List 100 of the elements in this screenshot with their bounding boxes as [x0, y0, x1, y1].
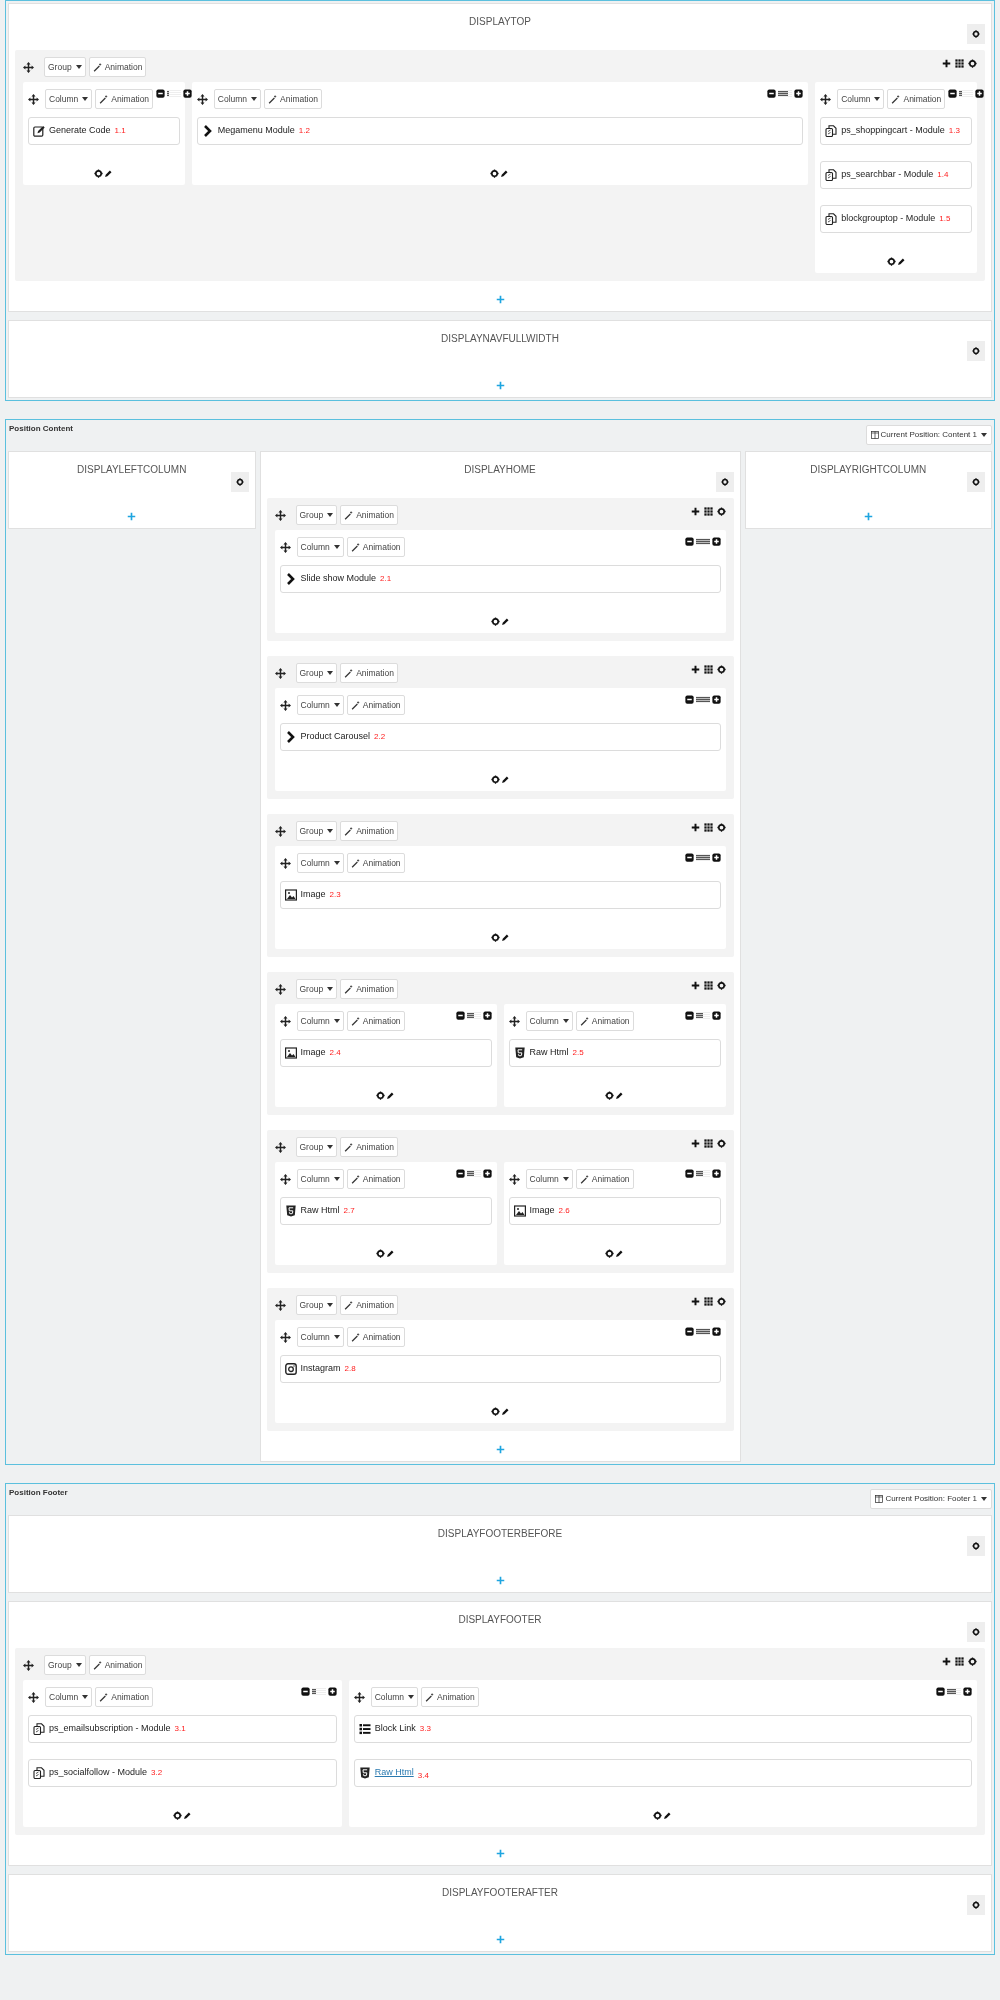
settings-icon[interactable] — [968, 59, 977, 68]
pencil-icon[interactable] — [500, 169, 510, 178]
settings-icon[interactable] — [716, 823, 726, 832]
animation-button[interactable]: Animation — [88, 1655, 147, 1675]
pencil-icon[interactable] — [500, 617, 510, 626]
module-card[interactable]: Megamenu Module 1.2 — [196, 117, 804, 145]
add-icon[interactable] — [495, 1576, 505, 1585]
module-card[interactable]: Raw Html 2.7 — [279, 1197, 492, 1225]
plus-icon[interactable] — [942, 59, 951, 68]
add-icon[interactable] — [127, 512, 137, 521]
animation-button[interactable]: Animation — [340, 1137, 398, 1157]
minus-icon[interactable] — [684, 1011, 694, 1020]
pencil-icon[interactable] — [104, 169, 114, 178]
group-button[interactable]: Group — [44, 57, 86, 77]
settings-icon[interactable] — [490, 1407, 500, 1416]
module-card[interactable]: Raw Html 3.4 — [353, 1759, 972, 1787]
column-button[interactable]: Column — [525, 1169, 573, 1189]
minus-icon[interactable] — [455, 1011, 465, 1020]
move-icon[interactable] — [279, 1174, 291, 1185]
module-card[interactable]: Image 2.3 — [279, 881, 721, 909]
animation-button[interactable]: Animation — [575, 1011, 634, 1031]
animation-button[interactable]: Animation — [346, 1169, 405, 1189]
grid-icon[interactable] — [955, 1657, 964, 1666]
animation-button[interactable]: Animation — [340, 505, 398, 525]
add-icon[interactable] — [495, 1935, 505, 1944]
module-card[interactable]: ps_shoppingcart - Module 1.3 — [820, 117, 972, 145]
column-button[interactable]: Column — [296, 537, 344, 557]
grid-icon[interactable] — [703, 1139, 713, 1148]
add-icon[interactable] — [495, 1849, 505, 1858]
module-card[interactable]: Image 2.6 — [508, 1197, 721, 1225]
settings-icon[interactable] — [490, 933, 500, 942]
add-icon[interactable] — [495, 295, 505, 304]
plus-icon[interactable] — [482, 1169, 492, 1178]
settings-icon[interactable] — [653, 1811, 663, 1820]
plus-icon[interactable] — [690, 1297, 700, 1306]
plus-icon[interactable] — [690, 981, 700, 990]
move-icon[interactable] — [279, 542, 291, 553]
plus-icon[interactable] — [327, 1687, 337, 1696]
position-dropdown[interactable]: Current Position: Content 1 — [865, 425, 992, 445]
animation-button[interactable]: Animation — [340, 663, 398, 683]
settings-icon[interactable] — [968, 1657, 977, 1666]
group-button[interactable]: Group — [295, 979, 338, 999]
minus-icon[interactable] — [684, 853, 694, 862]
minus-icon[interactable] — [684, 1169, 694, 1178]
minus-icon[interactable] — [684, 1327, 694, 1336]
settings-icon[interactable] — [886, 257, 896, 266]
settings-icon[interactable] — [605, 1249, 614, 1258]
minus-icon[interactable] — [936, 1687, 945, 1696]
plus-icon[interactable] — [690, 1139, 700, 1148]
column-button[interactable]: Column — [296, 1011, 344, 1031]
settings-button[interactable] — [715, 472, 734, 492]
group-button[interactable]: Group — [295, 1137, 338, 1157]
module-link[interactable]: Raw Html — [374, 1766, 414, 1780]
move-icon[interactable] — [820, 94, 832, 105]
module-card[interactable]: Slide show Module 2.1 — [279, 565, 721, 593]
settings-icon[interactable] — [376, 1249, 385, 1258]
move-icon[interactable] — [28, 94, 39, 105]
column-button[interactable]: Column — [296, 853, 344, 873]
settings-icon[interactable] — [490, 169, 500, 178]
settings-icon[interactable] — [490, 617, 500, 626]
module-card[interactable]: Instagram 2.8 — [279, 1355, 721, 1383]
move-icon[interactable] — [274, 984, 286, 995]
pencil-icon[interactable] — [663, 1811, 673, 1820]
width-meter[interactable] — [947, 1687, 961, 1696]
module-card[interactable]: ps_searchbar - Module 1.4 — [820, 161, 972, 189]
move-icon[interactable] — [274, 1300, 286, 1311]
grid-icon[interactable] — [703, 981, 713, 990]
settings-button[interactable] — [967, 24, 985, 44]
plus-icon[interactable] — [711, 853, 721, 862]
move-icon[interactable] — [279, 1332, 291, 1343]
module-card[interactable]: Block Link 3.3 — [353, 1715, 972, 1743]
animation-button[interactable]: Animation — [340, 821, 398, 841]
plus-icon[interactable] — [690, 665, 700, 674]
width-meter[interactable] — [311, 1687, 326, 1696]
move-icon[interactable] — [274, 826, 286, 837]
pencil-icon[interactable] — [615, 1249, 624, 1258]
plus-icon[interactable] — [975, 89, 985, 98]
width-meter[interactable] — [695, 1169, 710, 1178]
animation-button[interactable]: Animation — [340, 979, 398, 999]
settings-button[interactable] — [967, 1536, 985, 1556]
plus-icon[interactable] — [690, 507, 700, 516]
pencil-icon[interactable] — [386, 1091, 395, 1100]
animation-button[interactable]: Animation — [340, 1295, 398, 1315]
plus-icon[interactable] — [690, 823, 700, 832]
grid-icon[interactable] — [703, 665, 713, 674]
settings-icon[interactable] — [376, 1091, 385, 1100]
module-card[interactable]: ps_socialfollow - Module 3.2 — [28, 1759, 337, 1787]
column-button[interactable]: Column — [296, 1169, 344, 1189]
width-meter[interactable] — [466, 1011, 481, 1020]
plus-icon[interactable] — [794, 89, 804, 98]
width-meter[interactable] — [695, 1011, 710, 1020]
settings-icon[interactable] — [172, 1811, 182, 1820]
settings-button[interactable] — [967, 341, 985, 361]
column-button[interactable]: Column — [45, 89, 93, 109]
settings-icon[interactable] — [490, 775, 500, 784]
grid-icon[interactable] — [955, 59, 964, 68]
animation-button[interactable]: Animation — [264, 89, 322, 109]
move-icon[interactable] — [23, 62, 34, 73]
column-button[interactable]: Column — [296, 695, 344, 715]
animation-button[interactable]: Animation — [346, 853, 405, 873]
